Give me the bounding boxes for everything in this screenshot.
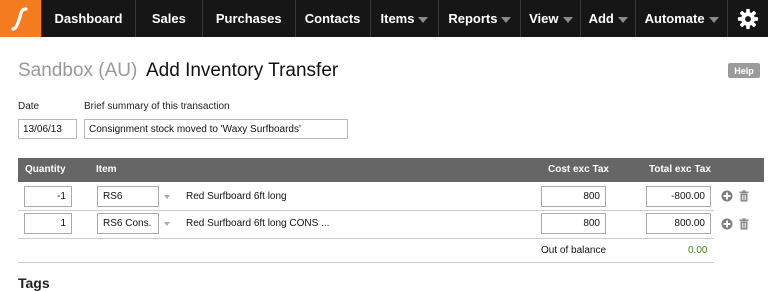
nav-automate[interactable]: Automate	[635, 0, 727, 37]
row-divider	[18, 238, 714, 239]
quantity-input[interactable]: 1	[24, 213, 72, 234]
chevron-down-icon[interactable]	[164, 195, 170, 199]
item-description: Red Surfboard 6ft long	[186, 191, 287, 202]
total-input[interactable]: 800.00	[646, 213, 711, 234]
item-code-input[interactable]: RS6 Cons.	[97, 213, 159, 234]
chevron-down-icon	[617, 16, 628, 23]
nav-purchases-label: Purchases	[215, 11, 282, 26]
total-input[interactable]: -800.00	[646, 186, 711, 207]
table-bottom-divider	[18, 262, 714, 263]
add-row-icon[interactable]	[721, 190, 733, 202]
nav-sales[interactable]: Sales	[134, 0, 202, 37]
nav-purchases[interactable]: Purchases	[201, 0, 295, 37]
header-item: Item	[96, 164, 117, 175]
summary-label: Brief summary of this transaction	[84, 101, 230, 112]
tags-heading: Tags	[18, 275, 50, 291]
nav-view[interactable]: View	[520, 0, 580, 37]
help-button[interactable]: Help	[728, 63, 760, 78]
date-field[interactable]: 13/06/13	[18, 119, 77, 139]
nav-view-label: View	[529, 11, 559, 26]
row-divider	[18, 210, 714, 211]
chevron-down-icon	[562, 16, 573, 23]
date-label: Date	[18, 101, 40, 112]
item-code-input[interactable]: RS6	[97, 186, 159, 207]
nav-sales-label: Sales	[151, 11, 186, 26]
nav-dashboard-label: Dashboard	[54, 11, 123, 26]
nav-contacts[interactable]: Contacts	[294, 0, 370, 37]
nav-add-label: Add	[588, 11, 614, 26]
chevron-down-icon	[501, 16, 512, 23]
nav-items[interactable]: Items	[369, 0, 439, 37]
item-description: Red Surfboard 6ft long CONS ...	[186, 218, 330, 229]
gear-icon[interactable]	[727, 0, 768, 37]
nav-add[interactable]: Add	[580, 0, 635, 37]
summary-field[interactable]: Consignment stock moved to 'Waxy Surfboa…	[84, 119, 348, 139]
out-of-balance-label: Out of balance	[541, 245, 607, 256]
top-nav: Dashboard Sales Purchases Contacts Items…	[0, 0, 768, 37]
add-row-icon[interactable]	[721, 218, 733, 230]
trash-icon[interactable]	[738, 218, 750, 230]
organisation-name: Sandbox (AU)	[18, 60, 138, 81]
nav-contacts-label: Contacts	[304, 11, 361, 26]
out-of-balance-value: 0.00	[688, 245, 708, 256]
cost-input[interactable]: 800	[541, 186, 606, 207]
chevron-down-icon[interactable]	[164, 222, 170, 226]
page-title: Add Inventory Transfer	[146, 60, 339, 81]
cost-input[interactable]: 800	[541, 213, 606, 234]
header-quantity: Quantity	[25, 164, 66, 175]
nav-reports-label: Reports	[448, 11, 498, 26]
chevron-down-icon	[418, 16, 429, 23]
trash-icon[interactable]	[738, 190, 750, 202]
nav-automate-label: Automate	[644, 11, 705, 26]
nav-dashboard[interactable]: Dashboard	[41, 0, 135, 37]
logo-icon[interactable]	[0, 0, 41, 37]
quantity-input[interactable]: -1	[24, 186, 72, 207]
nav-items-label: Items	[380, 11, 415, 26]
chevron-down-icon	[708, 16, 719, 23]
header-cost: Cost exc Tax	[548, 164, 609, 175]
nav-reports[interactable]: Reports	[438, 0, 520, 37]
table-header: Quantity Item Cost exc Tax Total exc Tax	[18, 158, 764, 182]
header-total: Total exc Tax	[649, 164, 711, 175]
